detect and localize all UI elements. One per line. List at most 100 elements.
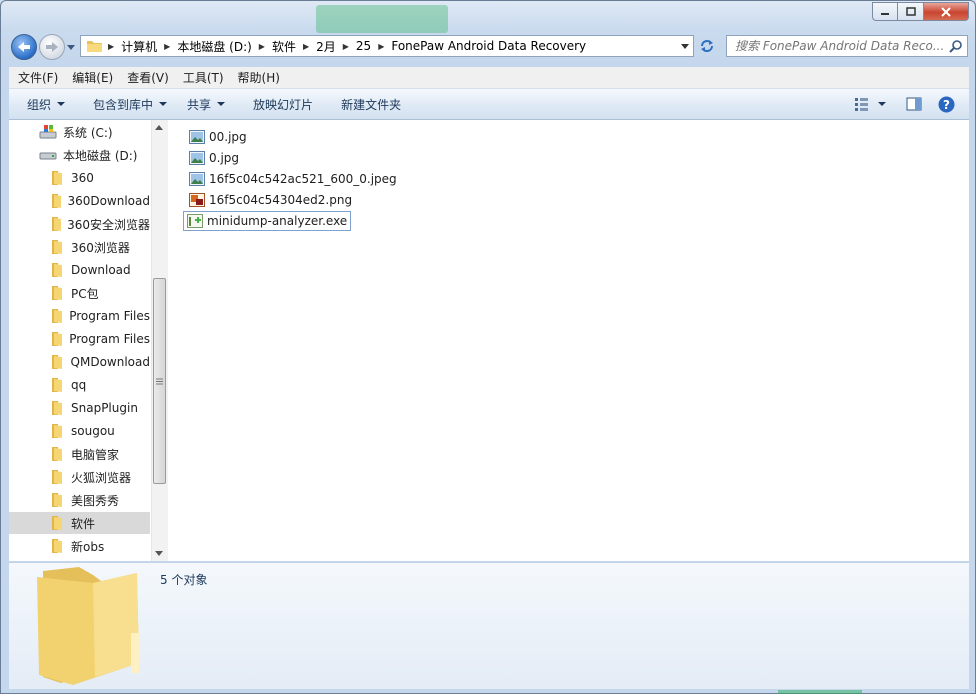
organize-button[interactable]: 组织 <box>9 89 75 119</box>
chevron-down-icon <box>878 102 886 106</box>
tree-item[interactable]: 360浏览器 <box>9 236 150 258</box>
breadcrumb-separator-icon[interactable]: ▶ <box>105 42 117 51</box>
new-folder-button[interactable]: 新建文件夹 <box>331 89 411 119</box>
tree-item[interactable]: PC包 <box>9 282 150 304</box>
taskbar-ghost <box>778 690 862 694</box>
file-item[interactable]: minidump-analyzer.exe <box>183 211 352 231</box>
tree-item[interactable]: sougou <box>9 420 150 442</box>
tree-item-label: 火狐浏览器 <box>71 470 132 485</box>
preview-pane-button[interactable] <box>896 89 932 119</box>
recent-pages-dropdown[interactable] <box>67 42 75 52</box>
breadcrumb-separator-icon[interactable]: ▶ <box>161 42 173 51</box>
back-button[interactable] <box>11 34 37 60</box>
breadcrumb-separator-icon[interactable]: ▶ <box>375 42 387 51</box>
menu-help[interactable]: 帮助(H) <box>233 69 285 86</box>
tree-item-label: 360Download <box>67 194 150 208</box>
scrollbar-thumb[interactable] <box>153 278 166 484</box>
tree-item-label: 360安全浏览器 <box>67 217 150 232</box>
tree-item[interactable]: qq <box>9 374 150 396</box>
tree-item[interactable]: 美图秀秀 <box>9 489 150 511</box>
address-history-dropdown[interactable] <box>677 43 693 49</box>
folder-icon <box>52 217 62 231</box>
folder-icon <box>52 286 62 300</box>
breadcrumb-separator-icon[interactable]: ▶ <box>256 42 268 51</box>
file-item[interactable]: 00.jpg <box>186 127 250 147</box>
tree-item[interactable]: 火狐浏览器 <box>9 466 150 488</box>
folder-icon <box>52 447 62 461</box>
tree-item-label: 系统 (C:) <box>63 125 113 140</box>
close-button[interactable] <box>924 2 969 21</box>
file-list: 00.jpg 0.jpg 16f5c04c542ac521_600_0.jpeg 16… <box>168 120 969 561</box>
scroll-down-icon[interactable] <box>155 551 163 556</box>
file-name: 16f5c04c54304ed2.png <box>209 193 353 207</box>
forward-button[interactable] <box>39 34 65 60</box>
change-view-button[interactable] <box>850 89 874 119</box>
chevron-down-icon <box>217 102 226 106</box>
file-item[interactable]: 16f5c04c542ac521_600_0.jpeg <box>186 169 400 189</box>
menu-tools[interactable]: 工具(T) <box>178 69 229 86</box>
breadcrumb-separator-icon[interactable]: ▶ <box>340 42 352 51</box>
tree-item[interactable]: Download <box>9 259 150 281</box>
folder-icon <box>52 263 62 277</box>
folder-icon <box>52 493 62 507</box>
tree-item-label: 本地磁盘 (D:) <box>63 148 138 163</box>
menu-edit[interactable]: 编辑(E) <box>67 69 118 86</box>
refresh-button[interactable] <box>696 35 718 57</box>
tree-item[interactable]: 新obs <box>9 535 150 557</box>
tree-item-label: Program Files <box>69 332 150 346</box>
slideshow-button[interactable]: 放映幻灯片 <box>243 89 323 119</box>
tree-item-label: 美图秀秀 <box>71 493 120 508</box>
breadcrumb-drive-d[interactable]: 本地磁盘 (D:) <box>173 38 255 55</box>
share-button[interactable]: 共享 <box>177 89 235 119</box>
tree-item[interactable]: 系统 (C:) <box>9 121 150 143</box>
minimize-button[interactable] <box>872 2 898 21</box>
search-button[interactable] <box>945 39 967 53</box>
help-icon: ? <box>938 96 955 112</box>
image-file-icon <box>189 172 205 186</box>
breadcrumb-separator-icon[interactable]: ▶ <box>300 42 312 51</box>
tree-item[interactable]: 360Download <box>9 190 150 212</box>
tree-item[interactable]: 360安全浏览器 <box>9 213 150 235</box>
scroll-up-icon[interactable] <box>155 125 163 130</box>
details-pane: 5 个对象 <box>9 562 969 689</box>
file-name: 00.jpg <box>209 130 247 144</box>
menu-view[interactable]: 查看(V) <box>122 69 174 86</box>
navigation-scrollbar[interactable] <box>151 120 168 561</box>
breadcrumb-computer[interactable]: 计算机 <box>117 38 161 55</box>
help-button[interactable]: ? <box>932 89 969 119</box>
maximize-button[interactable] <box>898 2 924 21</box>
folder-icon <box>52 240 62 254</box>
tree-item[interactable]: 本地磁盘 (D:) <box>9 144 150 166</box>
tree-item-label: QMDownload <box>70 355 150 369</box>
system-drive-icon <box>39 125 57 139</box>
tree-item-label: Download <box>71 263 131 277</box>
new-folder-label: 新建文件夹 <box>341 97 402 112</box>
tree-item[interactable]: QMDownload <box>9 351 150 373</box>
tree-item[interactable]: Program Files <box>9 328 150 350</box>
search-icon <box>949 40 962 53</box>
view-controls: ? <box>850 89 969 119</box>
explorer-window: ▶ 计算机 ▶ 本地磁盘 (D:) ▶ 软件 ▶ 2月 ▶ 25 ▶ FoneP… <box>0 0 976 694</box>
breadcrumb-current-folder[interactable]: FonePaw Android Data Recovery <box>387 39 590 53</box>
address-bar[interactable]: ▶ 计算机 ▶ 本地磁盘 (D:) ▶ 软件 ▶ 2月 ▶ 25 ▶ FoneP… <box>80 35 694 57</box>
view-dropdown[interactable] <box>874 89 896 119</box>
file-item[interactable]: 16f5c04c54304ed2.png <box>186 190 355 210</box>
refresh-icon <box>701 40 713 52</box>
breadcrumb-25[interactable]: 25 <box>352 39 375 53</box>
tree-item[interactable]: 360 <box>9 167 150 189</box>
large-folder-icon <box>33 567 143 688</box>
breadcrumb-software[interactable]: 软件 <box>268 38 300 55</box>
tree-item[interactable]: SnapPlugin <box>9 397 150 419</box>
file-item[interactable]: 0.jpg <box>186 148 242 168</box>
include-in-library-button[interactable]: 包含到库中 <box>83 89 177 119</box>
menu-file[interactable]: 文件(F) <box>13 69 63 86</box>
breadcrumb-february[interactable]: 2月 <box>312 38 340 55</box>
tree-item[interactable]: 软件 <box>9 512 150 534</box>
folder-icon <box>52 424 62 438</box>
svg-text:?: ? <box>943 98 950 112</box>
folder-icon <box>52 539 62 553</box>
search-input[interactable] <box>727 38 945 54</box>
tree-item[interactable]: 电脑管家 <box>9 443 150 465</box>
tree-item[interactable]: Program Files <box>9 305 150 327</box>
exe-file-icon <box>187 214 203 228</box>
